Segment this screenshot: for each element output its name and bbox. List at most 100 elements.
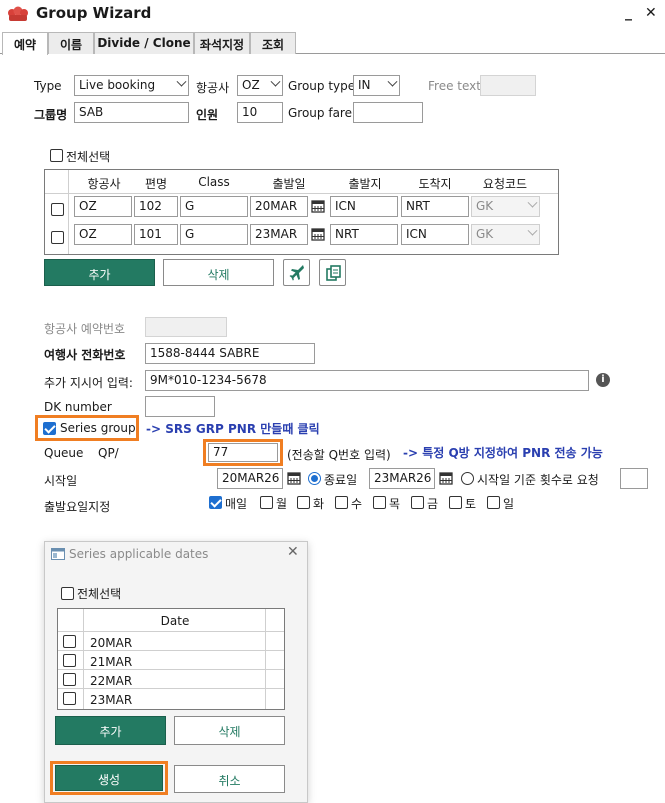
dialog-cancel-button[interactable]: 취소: [174, 765, 285, 793]
group-type-label: Group type: [288, 79, 356, 93]
dialog-delete-button[interactable]: 삭제: [174, 716, 285, 745]
queue-note: -> 특정 Q방 지정하여 PNR 전송 가능: [403, 446, 603, 460]
tab-reservation[interactable]: 예약: [2, 32, 48, 55]
dialog-close-icon[interactable]: ✕: [287, 544, 299, 560]
info-icon[interactable]: i: [596, 373, 610, 387]
qp-label: QP/: [98, 446, 119, 460]
count-radio[interactable]: [461, 472, 474, 485]
airline-select[interactable]: OZ: [237, 75, 283, 96]
minimize-button[interactable]: _: [625, 5, 632, 21]
weekday-checkbox-sat[interactable]: [449, 496, 462, 509]
date-row-checkbox[interactable]: [63, 692, 76, 705]
segment-flight-input[interactable]: 102: [134, 196, 178, 217]
calendar-icon[interactable]: [311, 199, 325, 213]
dialog-select-all-checkbox[interactable]: [61, 587, 74, 600]
copy-icon-button[interactable]: [319, 259, 346, 286]
weekday-label: 출발요일지정: [44, 500, 111, 514]
segment-date-input[interactable]: 20MAR: [250, 196, 308, 217]
weekday-checkbox-mon[interactable]: [260, 496, 273, 509]
type-select[interactable]: Live booking: [74, 75, 189, 96]
weekday-checkbox-wed[interactable]: [335, 496, 348, 509]
select-all-checkbox[interactable]: [50, 149, 63, 162]
segment-airline-input[interactable]: OZ: [74, 224, 132, 245]
calendar-icon[interactable]: [287, 471, 301, 485]
date-row-checkbox[interactable]: [63, 673, 76, 686]
end-date-radio-label: 종료일: [324, 473, 358, 487]
calendar-icon[interactable]: [311, 227, 325, 241]
tab-divide-clone[interactable]: Divide / Clone: [94, 32, 194, 54]
dialog-select-all-label: 전체선택: [77, 587, 122, 601]
group-name-label: 그룹명: [34, 108, 68, 122]
group-fare-label: Group fare: [288, 106, 352, 120]
series-group-checkbox[interactable]: [43, 422, 56, 435]
airline-pnr-input[interactable]: [145, 317, 227, 337]
calendar-icon[interactable]: [439, 471, 453, 485]
weekday-checkbox-sun[interactable]: [487, 496, 500, 509]
segment-class-input[interactable]: G: [180, 224, 248, 245]
chevron-down-icon: [270, 76, 281, 87]
segment-airline-input[interactable]: OZ: [74, 196, 132, 217]
column-header-flight: 편명: [144, 177, 168, 191]
extra-instruction-input[interactable]: 9M*010-1234-5678: [145, 370, 589, 391]
segment-class-input[interactable]: G: [180, 196, 248, 217]
queue-input[interactable]: 77: [208, 443, 278, 462]
delete-segment-button[interactable]: 삭제: [163, 259, 274, 286]
weekday-label-daily: 매일: [225, 497, 248, 511]
start-date-input[interactable]: 20MAR26: [217, 468, 283, 489]
end-date-radio[interactable]: [308, 472, 321, 485]
close-button[interactable]: ✕: [645, 5, 657, 21]
date-row-checkbox[interactable]: [63, 654, 76, 667]
group-fare-input[interactable]: [353, 102, 423, 123]
segment-row-checkbox[interactable]: [51, 203, 64, 216]
tab-inquiry[interactable]: 조회: [250, 32, 296, 54]
date-column-header: Date: [160, 614, 190, 628]
weekday-label-sun: 일: [503, 497, 515, 511]
series-dates-dialog: Series applicable dates ✕ 전체선택 Date 20MA…: [44, 541, 308, 803]
pax-input[interactable]: 10: [237, 102, 283, 123]
chevron-down-icon: [527, 225, 538, 236]
add-segment-button[interactable]: 추가: [44, 259, 155, 286]
sabre-logo-icon: [8, 6, 28, 21]
airplane-icon: [289, 265, 304, 281]
date-row-label: 22MAR: [90, 674, 133, 688]
free-text-input[interactable]: [480, 75, 536, 96]
count-input[interactable]: [620, 468, 648, 489]
window-icon: [51, 548, 65, 560]
weekday-label-sat: 토: [465, 497, 477, 511]
group-type-select[interactable]: IN: [353, 75, 400, 96]
segment-request-code-select[interactable]: GK: [471, 224, 540, 245]
group-name-input[interactable]: SAB: [74, 102, 189, 123]
tab-seat-assign[interactable]: 좌석지정: [194, 32, 250, 54]
weekday-checkbox-daily[interactable]: [209, 496, 222, 509]
airline-label: 항공사: [196, 81, 230, 95]
weekday-checkbox-thu[interactable]: [373, 496, 386, 509]
date-row-label: 21MAR: [90, 655, 133, 669]
end-date-input[interactable]: 23MAR26: [369, 468, 435, 489]
column-header-date: 출발일: [272, 177, 306, 191]
segment-destination-input[interactable]: ICN: [401, 224, 469, 245]
dialog-title: Series applicable dates: [69, 547, 209, 561]
segment-origin-input[interactable]: ICN: [330, 196, 398, 217]
segment-date-input[interactable]: 23MAR: [250, 224, 308, 245]
segment-request-code-select[interactable]: GK: [471, 196, 540, 217]
segment-row-checkbox[interactable]: [51, 231, 64, 244]
weekday-checkbox-fri[interactable]: [411, 496, 424, 509]
weekday-checkbox-tue[interactable]: [297, 496, 310, 509]
segment-flight-input[interactable]: 101: [134, 224, 178, 245]
weekday-label-fri: 금: [427, 497, 439, 511]
segment-destination-input[interactable]: NRT: [401, 196, 469, 217]
dialog-create-button[interactable]: 생성: [55, 765, 163, 791]
segment-origin-input[interactable]: NRT: [330, 224, 398, 245]
dialog-add-button[interactable]: 추가: [55, 716, 166, 745]
select-all-label: 전체선택: [66, 150, 111, 164]
dk-number-input[interactable]: [145, 396, 215, 417]
count-radio-label: 시작일 기준 횟수로 요청: [477, 473, 599, 487]
agency-phone-input[interactable]: 1588-8444 SABRE: [145, 343, 315, 364]
column-header-request-code: 요청코드: [482, 177, 528, 191]
flight-icon-button[interactable]: [283, 259, 310, 286]
chevron-down-icon: [387, 76, 398, 87]
weekday-label-wed: 수: [351, 497, 363, 511]
date-row-checkbox[interactable]: [63, 635, 76, 648]
airline-pnr-label: 항공사 예약번호: [44, 322, 126, 336]
tab-name[interactable]: 이름: [48, 32, 94, 54]
